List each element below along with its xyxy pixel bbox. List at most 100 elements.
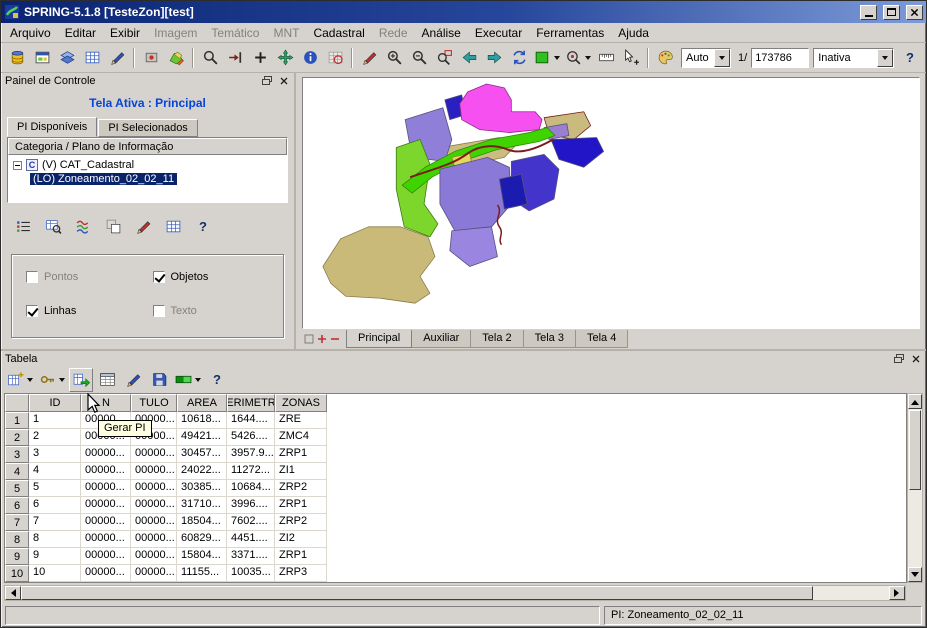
menu-item-ferramentas[interactable]: Ferramentas [529,24,611,42]
row-number[interactable]: 1 [5,412,29,429]
cell[interactable]: 11272... [227,463,275,480]
cell[interactable]: 00000... [131,531,177,548]
cell[interactable]: 30385... [177,480,227,497]
cell[interactable]: 7602.... [227,514,275,531]
checkbox-box[interactable] [153,305,165,317]
menu-item-mnt[interactable]: MNT [266,24,306,42]
cell[interactable]: 49421... [177,429,227,446]
close-panel-button[interactable] [277,75,290,87]
table-row[interactable]: 7700000...00000...18504...7602....ZRP2 [5,514,906,531]
tree-child-label[interactable]: (LO) Zoneamento_02_02_11 [30,173,177,185]
table-row[interactable]: 4400000...00000...24022...11272...ZI1 [5,463,906,480]
pan-button[interactable] [273,46,297,70]
cell[interactable]: 00000... [131,497,177,514]
checkbox-box[interactable] [26,271,38,283]
column-header-area[interactable]: AREA [177,394,227,412]
attr-query-button[interactable] [41,215,65,238]
cell[interactable]: 00000... [81,463,131,480]
row-number[interactable]: 6 [5,497,29,514]
grid-view-button[interactable] [80,46,104,70]
cell[interactable]: 10618... [177,412,227,429]
pencil-red-button[interactable] [357,46,381,70]
scale-auto-combo[interactable]: Auto [681,48,731,68]
cell[interactable]: 00000... [131,548,177,565]
close-button[interactable] [906,5,923,20]
column-header-erimetr[interactable]: ERIMETR [227,394,275,412]
scroll-down-button[interactable] [908,567,922,582]
map-canvas[interactable] [302,77,920,329]
map-edit-button[interactable] [164,46,188,70]
cell[interactable]: 31710... [177,497,227,514]
remove-view-icon[interactable] [330,334,340,344]
cell[interactable]: ZRP1 [275,548,327,565]
menu-item-arquivo[interactable]: Arquivo [3,24,58,42]
row-number[interactable]: 5 [5,480,29,497]
tab-pi-selecionados[interactable]: PI Selecionados [98,119,198,137]
table-row[interactable]: 101000000...00000...11155...10035...ZRP3 [5,565,906,582]
cell[interactable]: 00000... [81,446,131,463]
dock-icon[interactable] [304,334,314,344]
pencil-blue-button[interactable] [105,46,129,70]
horizontal-scroll-thumb[interactable] [21,586,813,600]
cell[interactable]: ZI2 [275,531,327,548]
cell[interactable]: 60829... [177,531,227,548]
scroll-left-button[interactable] [5,586,21,600]
view-tab-tela-3[interactable]: Tela 3 [523,330,576,348]
menu-item-editar[interactable]: Editar [58,24,103,42]
cell[interactable]: 11155... [177,565,227,582]
redraw-button[interactable] [507,46,531,70]
table-view-button[interactable] [95,368,119,392]
cell[interactable]: 1644.... [227,412,275,429]
cell[interactable]: 5426.... [227,429,275,446]
cell[interactable]: 00000... [131,514,177,531]
close-table-button[interactable] [909,353,922,365]
column-header-n[interactable]: N [81,394,131,412]
cell[interactable]: 7 [29,514,81,531]
cell[interactable]: 00000... [131,565,177,582]
row-number[interactable]: 7 [5,514,29,531]
tree-root-label[interactable]: (V) CAT_Cadastral [42,159,134,171]
row-number[interactable]: 8 [5,531,29,548]
menu-item-ajuda[interactable]: Ajuda [611,24,656,42]
cell[interactable]: 00000... [131,463,177,480]
back-button[interactable] [457,46,481,70]
menu-item-tematico[interactable]: Temático [204,24,266,42]
table-row[interactable]: 6600000...00000...31710...3996....ZRP1 [5,497,906,514]
cell[interactable]: 6 [29,497,81,514]
tab-pi-disponiveis[interactable]: PI Disponíveis [7,117,97,137]
tree-child-row[interactable]: (LO) Zoneamento_02_02_11 [8,171,287,185]
info-button[interactable] [298,46,322,70]
color-ramp-button[interactable] [173,368,203,392]
cell[interactable]: ZRP3 [275,565,327,582]
cell[interactable]: ZRP1 [275,446,327,463]
vertical-scrollbar[interactable] [907,393,923,583]
cell[interactable]: 10 [29,565,81,582]
grid-off-button[interactable] [323,46,347,70]
float-table-button[interactable] [892,353,905,365]
column-header-tulo[interactable]: TULO [131,394,177,412]
menu-item-rede[interactable]: Rede [372,24,415,42]
add-button[interactable] [248,46,272,70]
cell[interactable]: ZRE [275,412,327,429]
pencil-red-small-button[interactable] [131,215,155,238]
menu-item-imagem[interactable]: Imagem [147,24,204,42]
row-number[interactable]: 4 [5,463,29,480]
fill-color-button[interactable] [532,46,562,70]
view-tab-tela-4[interactable]: Tela 4 [575,330,628,348]
palette-button[interactable] [653,46,677,70]
collapse-icon[interactable] [13,161,22,170]
view-tab-auxiliar[interactable]: Auxiliar [411,330,471,348]
cell[interactable]: 3 [29,446,81,463]
float-panel-button[interactable] [260,75,273,87]
cell[interactable]: ZMC4 [275,429,327,446]
measure-button[interactable] [594,46,618,70]
help-button[interactable]: ? [191,215,215,238]
minimize-button[interactable] [860,5,877,20]
cell[interactable]: 18504... [177,514,227,531]
horizontal-scrollbar[interactable] [4,585,906,601]
menu-item-executar[interactable]: Executar [468,24,529,42]
cell[interactable]: 00000... [81,565,131,582]
scroll-up-button[interactable] [908,394,922,409]
view-tab-tela-2[interactable]: Tela 2 [470,330,523,348]
zoom-out-button[interactable] [407,46,431,70]
